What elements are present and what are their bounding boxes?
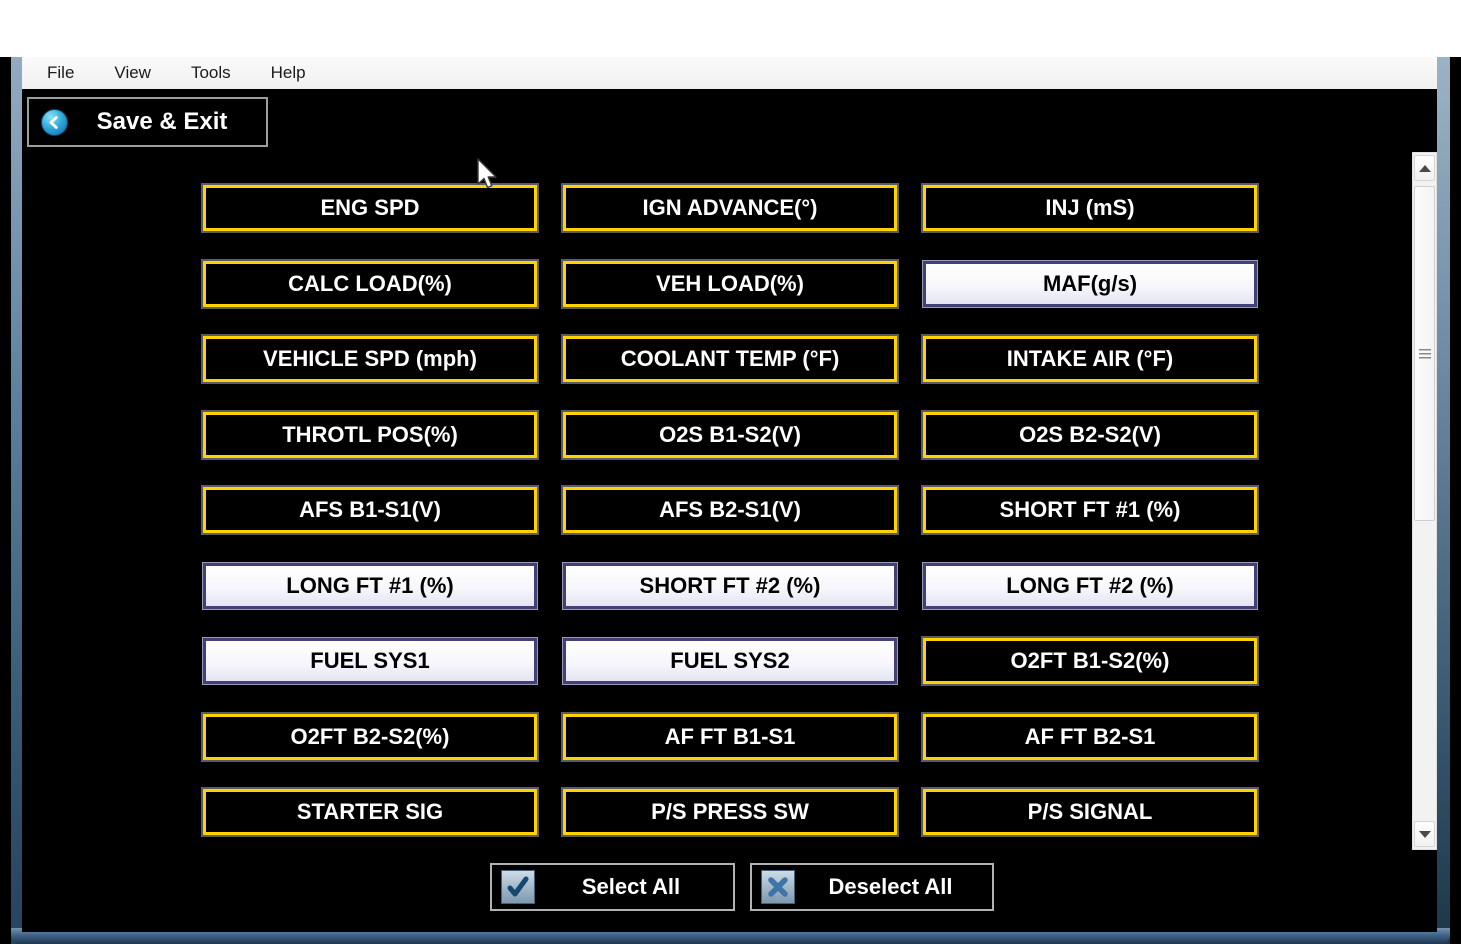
client-area: Save & Exit ENG SPD IGN ADVANCE(°) INJ (mS… [22, 89, 1437, 932]
param-button-p-s-signal[interactable]: P/S SIGNAL [923, 789, 1257, 835]
param-button-o2ft-b1-s2[interactable]: O2FT B1-S2(%) [923, 638, 1257, 684]
menu-item-help[interactable]: Help [258, 58, 319, 88]
checkbox-checked-icon [501, 870, 535, 904]
param-button-af-ft-b1-s1[interactable]: AF FT B1-S1 [563, 714, 897, 760]
param-button-long-ft-1[interactable]: LONG FT #1 (%) [203, 563, 537, 609]
param-button-o2s-b1-s2-v[interactable]: O2S B1-S2(V) [563, 412, 897, 458]
param-button-afs-b1-s1-v[interactable]: AFS B1-S1(V) [203, 487, 537, 533]
param-button-coolant-temp-f[interactable]: COOLANT TEMP (°F) [563, 336, 897, 382]
menu-item-file[interactable]: File [34, 58, 87, 88]
param-button-eng-spd[interactable]: ENG SPD [203, 185, 537, 231]
scroll-down-button[interactable] [1414, 821, 1435, 847]
param-button-afs-b2-s1-v[interactable]: AFS B2-S1(V) [563, 487, 897, 533]
param-button-calc-load[interactable]: CALC LOAD(%) [203, 261, 537, 307]
menu-bar: File View Tools Help [22, 57, 1437, 89]
param-button-vehicle-spd-mph[interactable]: VEHICLE SPD (mph) [203, 336, 537, 382]
back-arrow-icon [41, 109, 68, 136]
param-button-o2ft-b2-s2[interactable]: O2FT B2-S2(%) [203, 714, 537, 760]
window-border-left [11, 57, 22, 944]
app-window: File View Tools Help Save & Exit ENG SPD IGN… [0, 0, 1461, 944]
scrollbar-thumb[interactable] [1414, 186, 1435, 521]
param-button-ign-advance[interactable]: IGN ADVANCE(°) [563, 185, 897, 231]
menu-item-view[interactable]: View [101, 58, 164, 88]
save-exit-button[interactable]: Save & Exit [27, 97, 268, 147]
deselect-all-button[interactable]: Deselect All [750, 863, 994, 911]
select-all-label: Select All [535, 874, 733, 900]
param-button-veh-load[interactable]: VEH LOAD(%) [563, 261, 897, 307]
param-button-intake-air-f[interactable]: INTAKE AIR (°F) [923, 336, 1257, 382]
param-button-long-ft-2[interactable]: LONG FT #2 (%) [923, 563, 1257, 609]
menu-item-tools[interactable]: Tools [178, 58, 244, 88]
param-button-short-ft-1[interactable]: SHORT FT #1 (%) [923, 487, 1257, 533]
param-button-throtl-pos[interactable]: THROTL POS(%) [203, 412, 537, 458]
vertical-scrollbar[interactable] [1412, 152, 1437, 850]
param-button-starter-sig[interactable]: STARTER SIG [203, 789, 537, 835]
param-button-af-ft-b2-s1[interactable]: AF FT B2-S1 [923, 714, 1257, 760]
scroll-up-icon [1419, 165, 1431, 172]
save-exit-label: Save & Exit [68, 108, 266, 136]
param-button-short-ft-2[interactable]: SHORT FT #2 (%) [563, 563, 897, 609]
checkbox-x-icon [761, 870, 795, 904]
window-border-right [1437, 57, 1450, 944]
select-all-button[interactable]: Select All [490, 863, 735, 911]
deselect-all-label: Deselect All [795, 874, 992, 900]
parameter-grid: ENG SPD IGN ADVANCE(°) INJ (mS) CALC LOAD(%… [203, 185, 1257, 835]
param-button-p-s-press-sw[interactable]: P/S PRESS SW [563, 789, 897, 835]
param-button-fuel-sys1[interactable]: FUEL SYS1 [203, 638, 537, 684]
scroll-down-icon [1419, 831, 1431, 838]
param-button-o2s-b2-s2-v[interactable]: O2S B2-S2(V) [923, 412, 1257, 458]
scroll-up-button[interactable] [1414, 155, 1435, 181]
scrollbar-grip-icon [1419, 349, 1431, 359]
param-button-maf-g-s[interactable]: MAF(g/s) [923, 261, 1257, 307]
param-button-fuel-sys2[interactable]: FUEL SYS2 [563, 638, 897, 684]
param-button-inj-ms[interactable]: INJ (mS) [923, 185, 1257, 231]
